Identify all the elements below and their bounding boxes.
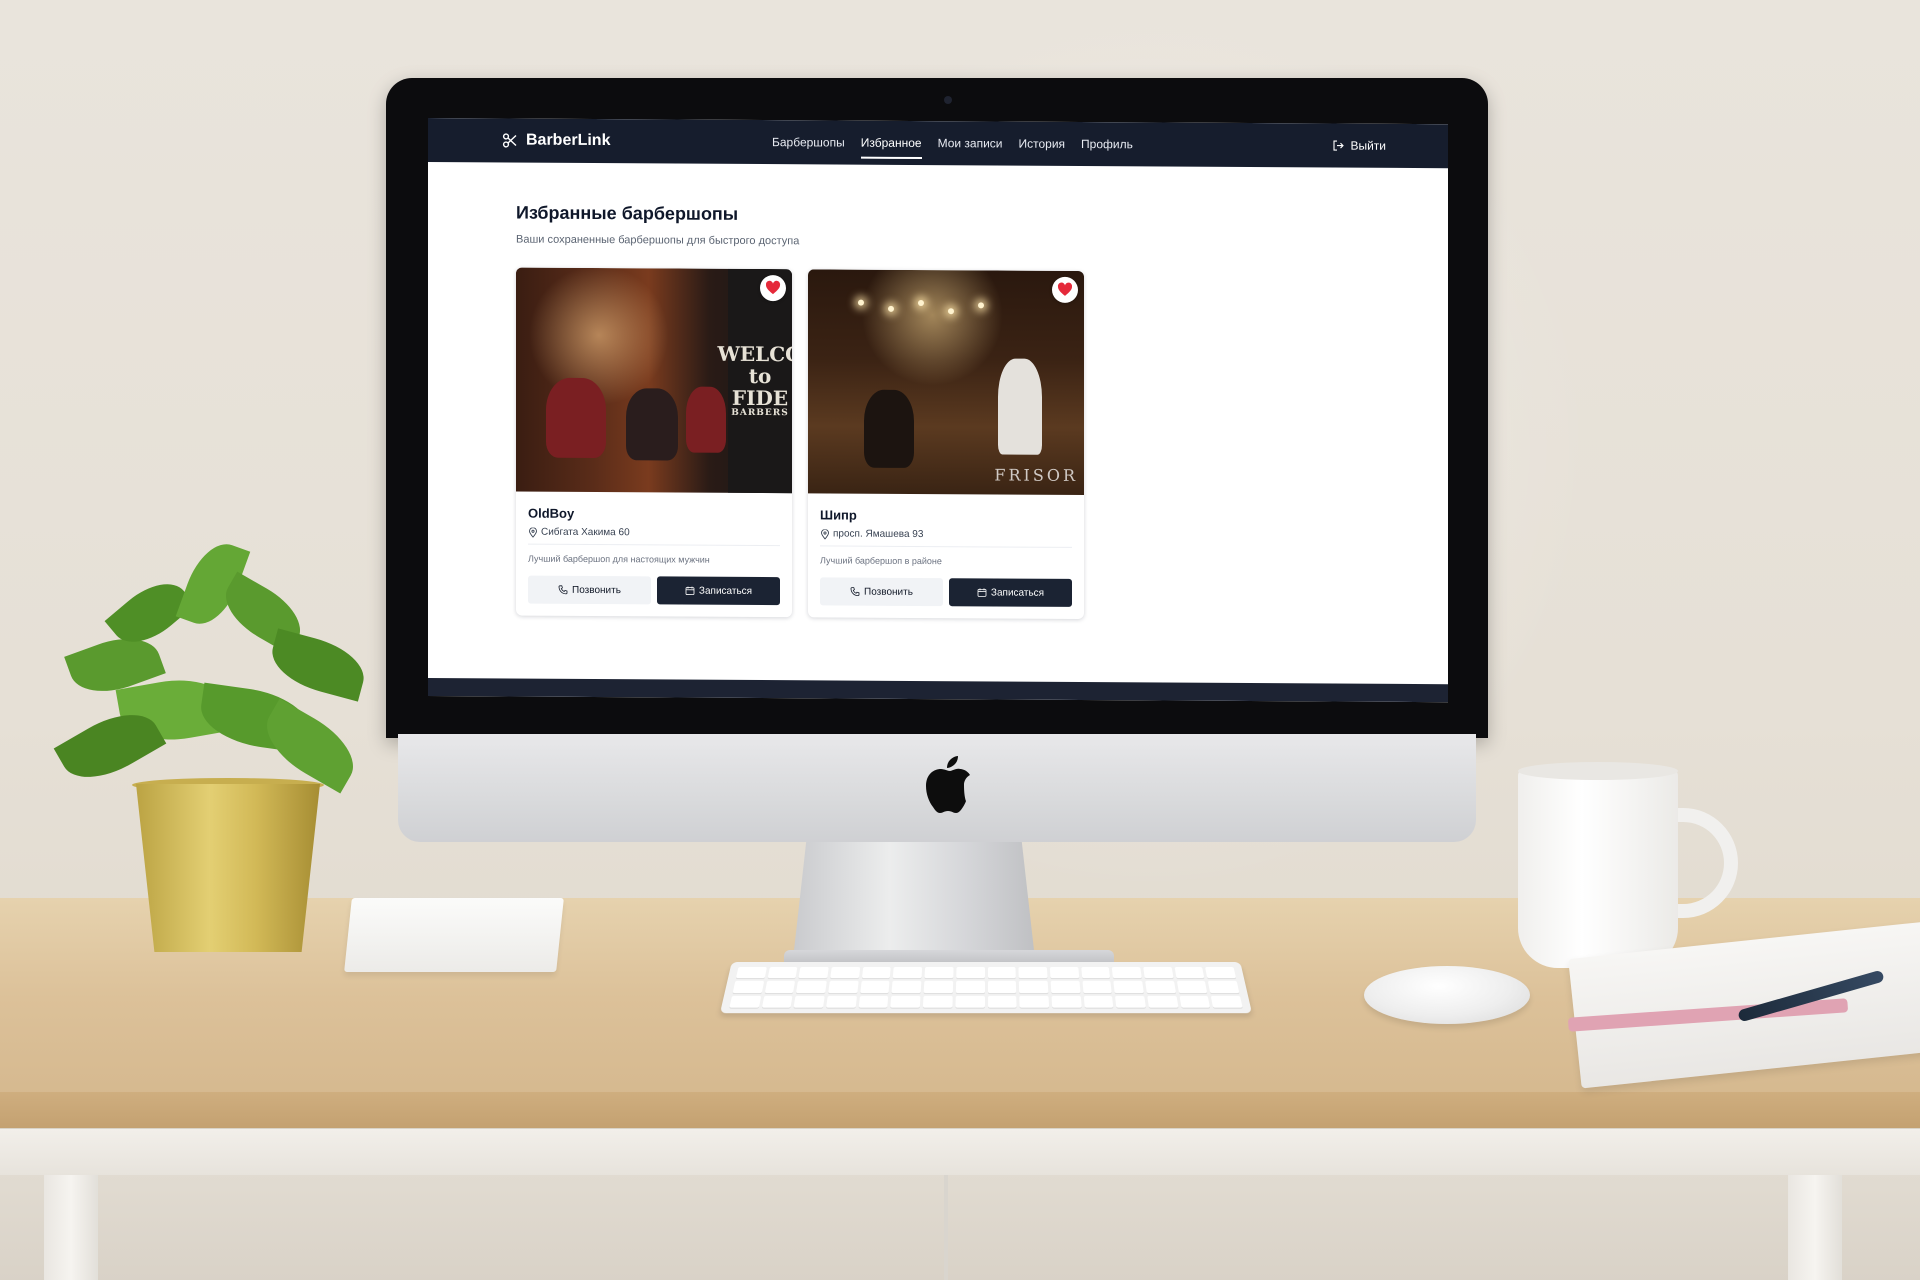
mouse <box>1364 966 1530 1024</box>
floor <box>0 1174 1920 1280</box>
apple-logo-icon <box>926 756 970 813</box>
logout-icon <box>1333 140 1345 151</box>
keyboard <box>719 961 1253 1014</box>
coffee-mug <box>1518 768 1678 968</box>
barbershop-name: Шипр <box>820 507 857 523</box>
logout-button[interactable]: Выйти <box>1332 124 1386 168</box>
barbershop-address: просп. Ямашева 93 <box>820 528 1072 548</box>
barber-chair <box>546 377 606 459</box>
nav-profile[interactable]: Профиль <box>1081 133 1133 155</box>
barbershop-description: Лучший барбершоп в районе <box>820 555 942 567</box>
barber-chair <box>686 386 726 453</box>
brand-name: BarberLink <box>526 131 611 150</box>
ceiling-lamp <box>858 299 864 306</box>
heart-icon <box>1057 282 1073 296</box>
book-button[interactable]: Записаться <box>949 578 1072 607</box>
barbershop-address: Сибгата Хакима 60 <box>528 526 780 547</box>
scissors-icon <box>502 133 517 148</box>
nav-favorites[interactable]: Избранное <box>861 132 922 154</box>
client-cape <box>998 358 1042 455</box>
desk-underside <box>0 1128 1920 1175</box>
ceiling-lamp <box>918 299 924 307</box>
notepad <box>344 898 564 972</box>
barber-chair <box>626 388 678 461</box>
barber-chair <box>864 389 914 468</box>
favorite-toggle[interactable] <box>760 275 786 302</box>
call-button[interactable]: Позвонить <box>820 577 943 607</box>
nav-history[interactable]: История <box>1018 133 1065 155</box>
calendar-icon <box>685 586 695 596</box>
card-body: OldBoy Сибгата Хакима 60 Лучший барбершо… <box>516 492 792 618</box>
nav-my-bookings[interactable]: Мои записи <box>938 132 1003 154</box>
logout-label: Выйти <box>1350 138 1386 153</box>
desk-leg <box>44 1174 98 1280</box>
ceiling-lamp <box>978 302 984 309</box>
card-actions: Позвонить Записаться <box>820 577 1072 607</box>
card-actions: Позвонить Записаться <box>528 575 780 606</box>
barbershop-description: Лучший барбершоп для настоящих мужчин <box>528 553 710 565</box>
desk-edge <box>0 1092 1920 1128</box>
favorites-page: Избранные барбершопы Ваши сохраненные ба… <box>516 203 1376 621</box>
barbershop-card-shipr[interactable]: FRISOR Шипр просп. Ямашева 93 Лучший бар… <box>808 269 1084 620</box>
phone-icon <box>850 587 860 597</box>
barbershop-photo: WELCO to FIDE BARBERS <box>516 267 792 494</box>
welcome-sign: WELCO to FIDE BARBERS <box>717 268 792 494</box>
call-button[interactable]: Позвонить <box>528 575 651 605</box>
barbershop-card-oldboy[interactable]: WELCO to FIDE BARBERS OldBoy Сибгата Хак… <box>516 267 792 618</box>
plant-pot <box>136 784 320 952</box>
plant-leaf <box>265 628 371 702</box>
book-button[interactable]: Записаться <box>657 576 780 606</box>
map-pin-icon <box>529 527 537 538</box>
nav-links: Барбершопы Избранное Мои записи История … <box>772 120 1133 166</box>
brand[interactable]: BarberLink <box>502 126 610 155</box>
card-body: Шипр просп. Ямашева 93 Лучший барбершоп … <box>808 493 1084 619</box>
barbershop-photo: FRISOR <box>808 269 1084 496</box>
calendar-icon <box>977 588 987 597</box>
heart-icon <box>765 280 781 295</box>
camera-icon <box>944 96 952 104</box>
app-screen: BarberLink Барбершопы Избранное Мои запи… <box>428 118 1448 703</box>
ceiling-lamp <box>888 305 894 312</box>
frisor-watermark: FRISOR <box>994 465 1078 485</box>
phone-icon <box>558 585 568 595</box>
nav-barbershops[interactable]: Барбершопы <box>772 131 845 153</box>
favorite-toggle[interactable] <box>1052 276 1078 303</box>
barbershop-name: OldBoy <box>528 505 575 521</box>
favorites-list: WELCO to FIDE BARBERS OldBoy Сибгата Хак… <box>516 267 1376 621</box>
map-pin-icon <box>821 528 829 539</box>
ceiling-lamp <box>948 308 954 315</box>
page-subtitle: Ваши сохраненные барбершопы для быстрого… <box>516 233 800 248</box>
mug-rim <box>1518 762 1678 780</box>
page-title: Избранные барбершопы <box>516 202 739 224</box>
desk-scene: BarberLink Барбершопы Избранное Мои запи… <box>0 0 1920 1280</box>
navbar: BarberLink Барбершопы Избранное Мои запи… <box>428 118 1448 169</box>
imac-stand <box>792 838 1036 968</box>
desk-leg <box>1788 1174 1842 1280</box>
